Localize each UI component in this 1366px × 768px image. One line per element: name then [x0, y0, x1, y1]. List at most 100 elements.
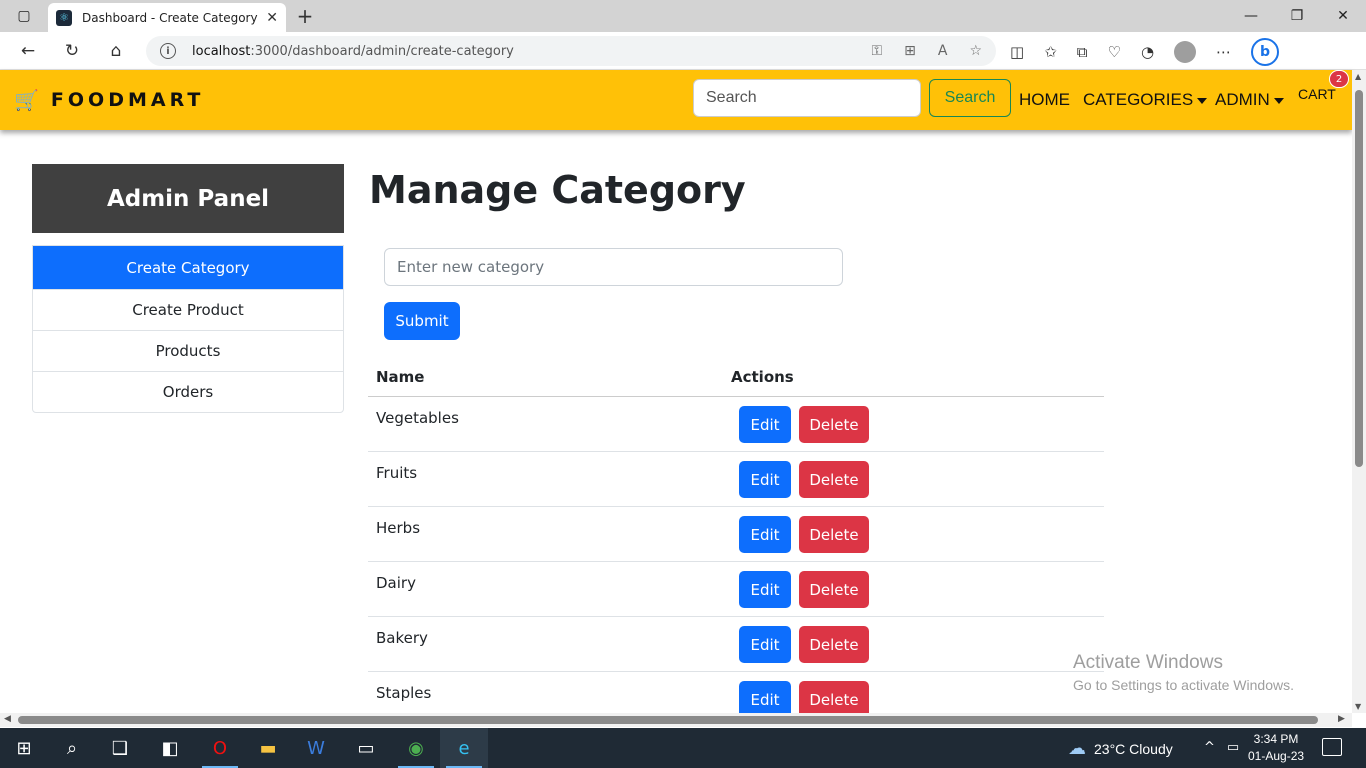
- delete-button[interactable]: Delete: [799, 406, 869, 443]
- vertical-scrollbar[interactable]: ▲ ▼: [1352, 70, 1366, 713]
- cart-count-badge: 2: [1329, 70, 1349, 88]
- favorite-star-icon[interactable]: ☆: [969, 43, 982, 59]
- key-icon[interactable]: ⚿: [871, 43, 882, 59]
- delete-button[interactable]: Delete: [799, 626, 869, 663]
- category-name: Staples: [376, 684, 432, 702]
- weather-text: 23°C Cloudy: [1094, 740, 1173, 757]
- nav-admin-dropdown[interactable]: ADMIN: [1215, 90, 1284, 110]
- system-tray: ^ ▭: [1204, 740, 1239, 755]
- nav-categories-dropdown[interactable]: CATEGORIES: [1083, 90, 1208, 110]
- restore-icon[interactable]: ❐: [1274, 4, 1320, 28]
- weather-widget[interactable]: ☁ 23°C Cloudy: [1068, 738, 1173, 759]
- apps-icon[interactable]: ⊞: [904, 43, 916, 59]
- favorites-icon[interactable]: ✩: [1044, 43, 1057, 61]
- back-icon[interactable]: ←: [14, 38, 42, 64]
- category-name: Herbs: [376, 519, 421, 537]
- edit-button[interactable]: Edit: [739, 461, 791, 498]
- scroll-down-icon[interactable]: ▼: [1355, 702, 1361, 711]
- delete-button[interactable]: Delete: [799, 461, 869, 498]
- tab-close-icon[interactable]: ✕: [266, 10, 278, 26]
- notification-icon[interactable]: [1322, 738, 1342, 756]
- site-info-icon[interactable]: i: [160, 43, 176, 59]
- horizontal-scroll-thumb[interactable]: [18, 716, 1318, 724]
- chrome-icon[interactable]: ◉: [392, 728, 440, 768]
- menu-item-products[interactable]: Products: [33, 330, 343, 371]
- edit-button[interactable]: Edit: [739, 516, 791, 553]
- edit-button[interactable]: Edit: [739, 626, 791, 663]
- page-title: Manage Category: [369, 168, 746, 212]
- category-name-input[interactable]: Enter new category: [384, 248, 843, 286]
- edge-icon[interactable]: e: [440, 728, 488, 768]
- menu-item-create-category[interactable]: Create Category: [33, 246, 343, 289]
- menu-item-create-product[interactable]: Create Product: [33, 289, 343, 330]
- collections-icon[interactable]: ⧉: [1077, 43, 1088, 61]
- tab-title: Dashboard - Create Category: [82, 10, 258, 25]
- nav-cart-link[interactable]: CART: [1298, 86, 1336, 102]
- search-button[interactable]: Search: [929, 79, 1011, 117]
- home-icon[interactable]: ⌂: [102, 38, 130, 64]
- app-icon[interactable]: ◧: [146, 728, 194, 768]
- chevron-up-icon[interactable]: ^: [1204, 740, 1215, 755]
- delete-button[interactable]: Delete: [799, 681, 869, 713]
- admin-menu: Create Category Create Product Products …: [32, 245, 344, 413]
- minimize-icon[interactable]: —: [1228, 4, 1274, 28]
- nav-categories-label: CATEGORIES: [1083, 90, 1194, 109]
- bing-chat-icon[interactable]: b: [1251, 38, 1280, 66]
- table-row: Herbs Edit Delete: [368, 507, 1104, 562]
- nav-home-link[interactable]: HOME: [1019, 90, 1070, 110]
- edit-button[interactable]: Edit: [739, 571, 791, 608]
- search-input[interactable]: Search: [693, 79, 921, 117]
- menu-item-orders[interactable]: Orders: [33, 371, 343, 412]
- table-header: Name Actions: [368, 358, 1104, 397]
- browser-essentials-icon[interactable]: ♡: [1107, 43, 1120, 61]
- read-aloud-icon[interactable]: A: [938, 43, 948, 59]
- close-window-icon[interactable]: ✕: [1320, 4, 1366, 28]
- brand-name: FOODMART: [50, 89, 205, 111]
- windows-taskbar: ⊞ ⌕ ❑ ◧ O ▬ W ▭ ◉ e ☁ 23°C Cloudy ^ ▭ 3:…: [0, 728, 1366, 768]
- task-view-icon[interactable]: ❑: [96, 728, 144, 768]
- table-row: Bakery Edit Delete: [368, 617, 1104, 672]
- scroll-right-icon[interactable]: ▶: [1338, 714, 1345, 724]
- taskbar-clock[interactable]: 3:34 PM 01-Aug-23: [1248, 731, 1304, 765]
- category-name: Vegetables: [376, 409, 459, 427]
- browser-tabstrip: ▢ ⚛ Dashboard - Create Category ✕ + — ❐ …: [0, 0, 1366, 32]
- submit-button[interactable]: Submit: [384, 302, 460, 340]
- edit-button[interactable]: Edit: [739, 681, 791, 713]
- battery-icon[interactable]: ▭: [1227, 740, 1239, 755]
- scroll-up-icon[interactable]: ▲: [1355, 72, 1361, 81]
- split-screen-icon[interactable]: ◫: [1010, 43, 1024, 61]
- word-icon[interactable]: W: [292, 728, 340, 768]
- delete-button[interactable]: Delete: [799, 571, 869, 608]
- delete-button[interactable]: Delete: [799, 516, 869, 553]
- browser-toolbar: ← ↻ ⌂ i localhost :3000/dashboard/admin/…: [0, 32, 1366, 70]
- edge-extension-icon[interactable]: ◔: [1141, 43, 1154, 61]
- edit-button[interactable]: Edit: [739, 406, 791, 443]
- new-tab-icon[interactable]: +: [292, 4, 318, 28]
- opera-icon[interactable]: O: [196, 728, 244, 768]
- caret-down-icon: [1273, 97, 1284, 104]
- shopping-cart-icon: 🛒: [14, 88, 39, 112]
- app-navbar: 🛒 FOODMART Search Search HOME CATEGORIES…: [0, 70, 1352, 130]
- windows-start-icon[interactable]: ⊞: [0, 728, 48, 768]
- scroll-left-icon[interactable]: ◀: [4, 714, 11, 724]
- clock-date: 01-Aug-23: [1248, 749, 1305, 763]
- address-bar[interactable]: i localhost :3000/dashboard/admin/create…: [146, 36, 996, 66]
- refresh-icon[interactable]: ↻: [58, 38, 86, 64]
- category-name: Dairy: [376, 574, 416, 592]
- clock-time: 3:34 PM: [1253, 732, 1299, 746]
- horizontal-scrollbar[interactable]: ◀ ▶: [0, 713, 1352, 727]
- activate-windows-watermark: Activate Windows Go to Settings to activ…: [1073, 652, 1294, 693]
- cloud-icon: ☁: [1068, 738, 1086, 758]
- tab-actions-icon[interactable]: ▢: [4, 4, 44, 28]
- vertical-scroll-thumb[interactable]: [1355, 90, 1363, 467]
- search-icon[interactable]: ⌕: [48, 728, 96, 768]
- table-row: Vegetables Edit Delete: [368, 397, 1104, 452]
- profile-avatar[interactable]: [1174, 41, 1197, 63]
- react-favicon-icon: ⚛: [56, 9, 72, 26]
- brand-link[interactable]: 🛒 FOODMART: [14, 88, 204, 112]
- terminal-icon[interactable]: ▭: [342, 728, 390, 768]
- file-explorer-icon[interactable]: ▬: [244, 728, 292, 768]
- browser-tab[interactable]: ⚛ Dashboard - Create Category ✕: [48, 3, 286, 32]
- category-name: Fruits: [376, 464, 418, 482]
- more-menu-icon[interactable]: ⋯: [1216, 43, 1231, 61]
